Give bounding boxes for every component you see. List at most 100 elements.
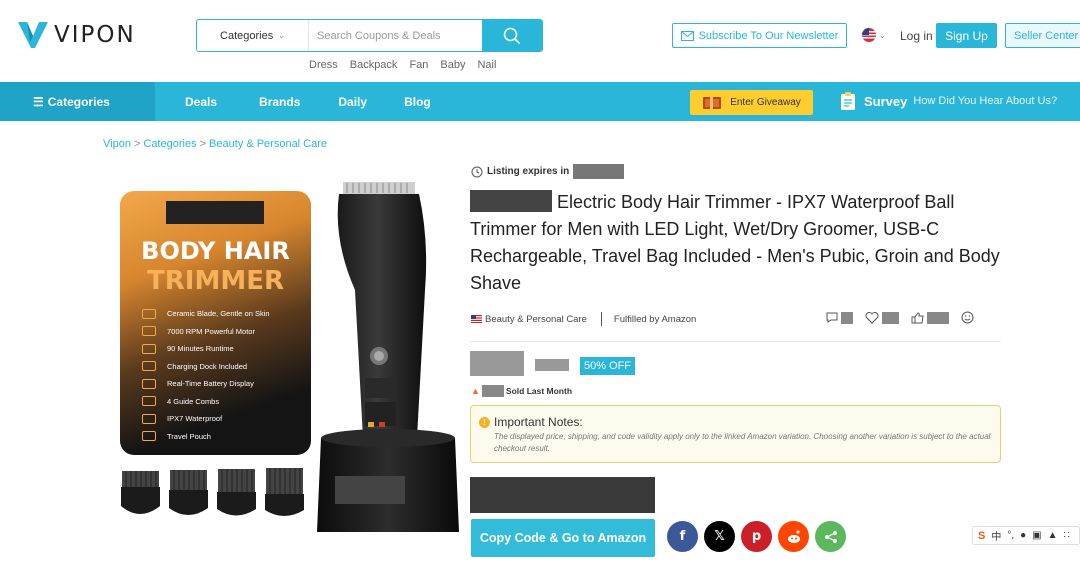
reddit-icon[interactable] — [778, 521, 809, 552]
search-category-label: Categories — [220, 29, 274, 42]
nav-categories[interactable]: ☰ Categories — [0, 82, 155, 121]
feedback-stat[interactable] — [961, 311, 974, 324]
search-icon — [503, 27, 521, 44]
site-header: VIPON Categories ⌄ Dress Backpack Fan Ba… — [0, 0, 1080, 82]
social-stats — [826, 311, 986, 324]
feature-list: Ceramic Blade, Gentle on Skin 7000 RPM P… — [142, 305, 270, 445]
fulfillment-label: Fulfilled by Amazon — [613, 313, 697, 325]
feature-text: Charging Dock Included — [167, 361, 248, 371]
hot-search-link[interactable]: Baby — [440, 59, 465, 71]
sold-label: Sold Last Month — [505, 386, 573, 396]
product-meta: Beauty & Personal Care Fulfilled by Amaz… — [471, 312, 696, 326]
product-image-promo[interactable]: BODY HAIR TRIMMER Ceramic Blade, Gentle … — [120, 191, 311, 455]
feature-text: IPX7 Waterproof — [167, 414, 223, 424]
breadcrumb-link[interactable]: Beauty & Personal Care — [209, 138, 327, 150]
ime-toolbar[interactable]: S 中 °, ● ▣ ▲ ∷ — [972, 526, 1080, 545]
survey-title: Survey — [864, 93, 908, 109]
punctuation-icon[interactable]: °, — [1007, 530, 1014, 541]
keyboard-icon[interactable]: ▣ — [1032, 530, 1041, 541]
chevron-down-icon: ⌄ — [278, 31, 285, 40]
comb-icon — [265, 468, 304, 516]
water-icon — [142, 413, 156, 424]
promo-title-line2: TRIMMER — [147, 266, 284, 296]
redacted-count — [927, 311, 949, 324]
feature-item: Charging Dock Included — [142, 358, 270, 376]
hot-searches: Dress Backpack Fan Baby Nail — [309, 59, 496, 71]
redacted-brand — [470, 190, 552, 212]
menu-icon: ☰ — [33, 94, 44, 109]
comb-icon — [121, 471, 160, 514]
language-selector[interactable]: ⌄ — [862, 28, 886, 42]
nav-categories-label: Categories — [47, 94, 110, 109]
vipon-logo-icon — [18, 22, 48, 48]
hot-search-link[interactable]: Dress — [309, 59, 338, 71]
pinterest-icon[interactable]: p — [741, 521, 772, 552]
copy-code-button[interactable]: Copy Code & Go to Amazon — [471, 519, 655, 557]
nav-links: Deals Brands Daily Blog — [185, 82, 431, 121]
x-icon[interactable]: 𝕏 — [704, 521, 735, 552]
product-category[interactable]: Beauty & Personal Care — [485, 314, 587, 325]
microphone-icon[interactable]: ● — [1020, 530, 1026, 541]
nav-link-brands[interactable]: Brands — [259, 95, 300, 109]
share-icon[interactable] — [815, 521, 846, 552]
listing-expiry: Listing expires in — [471, 164, 625, 179]
smiley-icon — [961, 311, 974, 324]
nav-link-blog[interactable]: Blog — [404, 95, 431, 109]
newsletter-label: Subscribe To Our Newsletter — [698, 29, 839, 42]
feature-text: Travel Pouch — [167, 431, 211, 441]
comb-icon — [169, 470, 208, 515]
nav-link-deals[interactable]: Deals — [185, 95, 217, 109]
redacted-expiry-value — [573, 164, 625, 179]
notes-title: Important Notes: — [494, 415, 583, 429]
login-link[interactable]: Log in — [900, 29, 933, 43]
trimmer-product-image[interactable] — [313, 180, 463, 536]
feature-item: Ceramic Blade, Gentle on Skin — [142, 305, 270, 323]
thumbs-up-icon — [911, 311, 924, 323]
ime-logo-icon: S — [978, 529, 986, 542]
redacted-count — [841, 311, 853, 324]
promo-title-line1: BODY HAIR — [141, 237, 290, 265]
product-title: Electric Body Hair Trimmer - IPX7 Waterp… — [470, 189, 1000, 297]
sold-last-month: ▲ Sold Last Month — [471, 385, 572, 397]
likes-stat[interactable] — [911, 311, 949, 324]
redacted-coupon-code — [470, 477, 655, 513]
comments-stat[interactable] — [826, 311, 853, 324]
search-button[interactable] — [482, 20, 542, 51]
feature-item: Travel Pouch — [142, 428, 270, 446]
heart-icon — [865, 311, 879, 324]
feature-item: IPX7 Waterproof — [142, 410, 270, 428]
mail-icon — [680, 30, 694, 41]
seller-center-button[interactable]: Seller Center — [1005, 23, 1080, 48]
hot-search-link[interactable]: Nail — [477, 59, 496, 71]
important-notes: ! Important Notes: The displayed price, … — [470, 405, 1001, 463]
nav-link-daily[interactable]: Daily — [338, 95, 367, 109]
search-input[interactable] — [309, 20, 482, 51]
survey-subtitle: How Did You Hear About Us? — [913, 95, 1058, 107]
giveaway-button[interactable]: Enter Giveaway — [690, 90, 813, 115]
survey-link[interactable]: Survey How Did You Hear About Us? — [840, 90, 1057, 112]
redacted-count — [882, 311, 899, 324]
grid-icon[interactable]: ∷ — [1064, 530, 1070, 541]
feature-text: Ceramic Blade, Gentle on Skin — [167, 309, 270, 319]
hot-search-link[interactable]: Fan — [409, 59, 428, 71]
vipon-logo[interactable]: VIPON — [18, 22, 136, 48]
search-category-select[interactable]: Categories ⌄ — [197, 20, 309, 51]
feature-text: 4 Guide Combs — [167, 396, 220, 406]
facebook-icon[interactable]: f — [667, 521, 698, 552]
breadcrumb-link[interactable]: Vipon — [103, 138, 131, 150]
redacted-price — [470, 351, 524, 376]
share-buttons: f 𝕏 p — [667, 521, 846, 552]
search-bar: Categories ⌄ — [196, 19, 543, 52]
comb-icon — [142, 396, 156, 407]
breadcrumb-link[interactable]: Categories — [143, 138, 196, 150]
favorites-stat[interactable] — [865, 311, 899, 324]
shirt-icon[interactable]: ▲ — [1048, 530, 1058, 541]
reddit-alien-icon — [787, 530, 800, 543]
signup-button[interactable]: Sign Up — [936, 23, 997, 48]
newsletter-button[interactable]: Subscribe To Our Newsletter — [672, 23, 847, 48]
clipboard-icon — [841, 92, 855, 110]
gauge-icon — [142, 326, 156, 337]
hot-search-link[interactable]: Backpack — [350, 59, 398, 71]
share-nodes-icon — [824, 530, 837, 543]
ime-language[interactable]: 中 — [991, 528, 1001, 543]
